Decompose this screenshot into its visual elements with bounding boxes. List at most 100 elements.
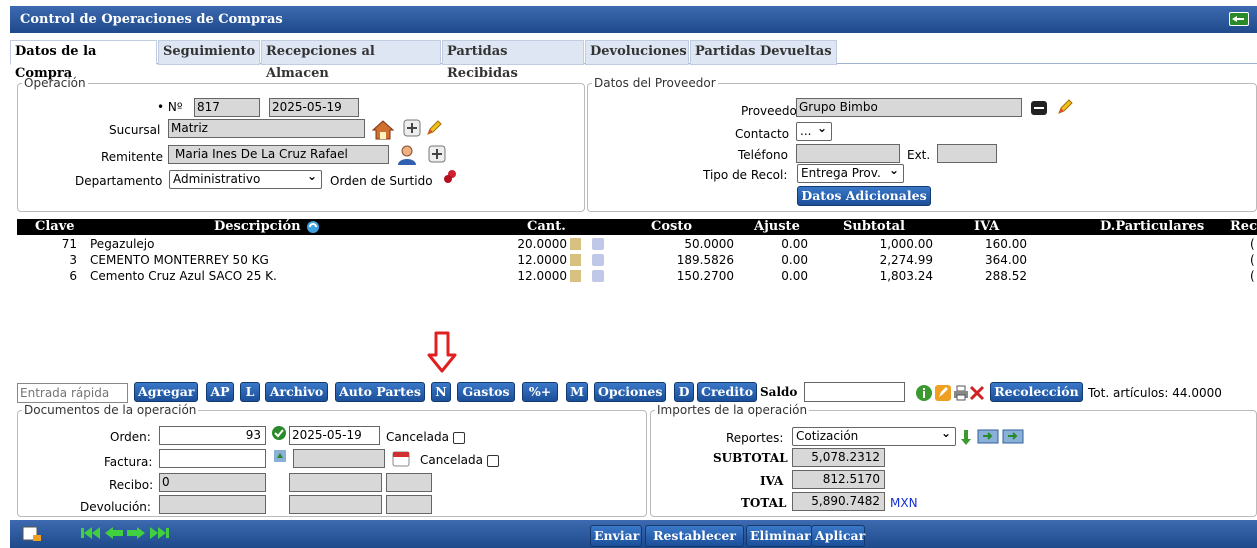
edit-note-icon[interactable]	[934, 384, 952, 402]
gastos-button[interactable]: Gastos	[457, 382, 515, 402]
refresh-small-icon[interactable]	[273, 449, 287, 463]
devolucion-fecha-field[interactable]	[289, 495, 382, 514]
m-button[interactable]: M	[566, 382, 588, 402]
tab-seguimiento[interactable]: Seguimiento	[158, 40, 260, 65]
telefono-field[interactable]	[796, 144, 900, 163]
add-remitente-icon[interactable]	[428, 145, 446, 163]
user-icon[interactable]	[396, 144, 418, 166]
col-rec[interactable]: Rec	[1230, 219, 1257, 235]
factura-field[interactable]	[159, 449, 266, 468]
footer-bar: Enviar Restablecer Eliminar Aplicar	[10, 520, 1257, 548]
reportes-select[interactable]: Cotización	[792, 425, 956, 446]
back-arrow-icon[interactable]	[1229, 12, 1249, 26]
table-row[interactable]: 3 CEMENTO MONTERREY 50 KG 12.0000 189.58…	[17, 253, 1257, 268]
refresh-icon[interactable]	[306, 220, 320, 234]
contacto-select[interactable]: ...	[796, 120, 832, 141]
tab-devoluciones[interactable]: Devoluciones	[585, 40, 689, 65]
opciones-button[interactable]: Opciones	[594, 382, 666, 402]
saldo-field[interactable]	[804, 382, 905, 402]
n-button[interactable]: N	[431, 382, 451, 402]
col-iva[interactable]: IVA	[974, 219, 999, 235]
fecha-field[interactable]: 2025-05-19	[269, 98, 359, 117]
agregar-button[interactable]: Agregar	[134, 382, 198, 402]
sucursal-field[interactable]: Matriz	[168, 119, 365, 138]
delete-x-icon[interactable]	[968, 384, 986, 402]
tab-recepciones[interactable]: Recepciones al Almacen	[261, 40, 441, 81]
first-record-icon[interactable]	[80, 526, 102, 540]
card-icon[interactable]	[1030, 99, 1048, 117]
auto-partes-button[interactable]: Auto Partes	[335, 382, 425, 402]
grid-header: Clave Descripción Cant. Costo Ajuste Sub…	[17, 219, 1257, 235]
factura-cancelada-checkbox[interactable]	[486, 454, 499, 467]
d-button[interactable]: D	[674, 382, 694, 402]
previous-record-icon[interactable]	[104, 526, 124, 540]
eliminar-button[interactable]: Eliminar	[746, 525, 812, 547]
table-row[interactable]: 6 Cemento Cruz Azul SACO 25 K. 12.0000 1…	[17, 269, 1257, 284]
tab-partidas-devueltas[interactable]: Partidas Devueltas	[690, 40, 837, 65]
calendar-icon[interactable]	[392, 449, 410, 467]
remitente-field[interactable]: Maria Ines De La Cruz Rafael	[168, 145, 389, 164]
tag-icon[interactable]	[592, 238, 604, 250]
tab-partidas-recibidas[interactable]: Partidas Recibidas	[442, 40, 584, 81]
pin-icon[interactable]	[441, 168, 459, 186]
recoleccion-button[interactable]: Recolección	[990, 382, 1083, 402]
download-icon[interactable]	[960, 428, 972, 446]
info-icon[interactable]	[915, 384, 933, 402]
table-row[interactable]: 71 Pegazulejo 20.0000 50.0000 0.00 1,000…	[17, 237, 1257, 252]
departamento-label: Departamento	[75, 174, 163, 188]
box-icon[interactable]	[570, 238, 581, 250]
col-cant[interactable]: Cant.	[527, 219, 566, 235]
l-button[interactable]: L	[240, 382, 260, 402]
recibo-field[interactable]: 0	[159, 473, 266, 492]
col-clave[interactable]: Clave	[35, 219, 75, 235]
ap-button[interactable]: AP	[206, 382, 234, 402]
archivo-button[interactable]: Archivo	[265, 382, 328, 402]
credito-button[interactable]: Credito	[697, 382, 757, 402]
edit-pencil-icon[interactable]	[425, 119, 443, 137]
export-icon[interactable]	[1002, 428, 1024, 444]
send-mail-icon[interactable]	[977, 428, 999, 444]
tab-datos-compra[interactable]: Datos de la Compra	[10, 40, 157, 81]
percent-plus-button[interactable]: %+	[522, 382, 558, 402]
devolucion-field[interactable]	[159, 495, 266, 514]
factura-fecha-field[interactable]	[293, 449, 385, 468]
recibo-fecha-field[interactable]	[289, 473, 382, 492]
home-icon[interactable]	[371, 119, 395, 141]
box-icon[interactable]	[570, 270, 581, 282]
new-document-icon[interactable]	[22, 526, 42, 542]
next-record-icon[interactable]	[126, 526, 146, 540]
restablecer-button[interactable]: Restablecer	[645, 525, 744, 547]
add-icon[interactable]	[403, 119, 421, 137]
devolucion-extra-field[interactable]	[386, 495, 432, 514]
tag-icon[interactable]	[592, 270, 604, 282]
orden-field[interactable]: 93	[159, 426, 266, 445]
box-icon[interactable]	[570, 254, 581, 266]
window-title: Control de Operaciones de Compras	[10, 6, 1257, 33]
ext-field[interactable]	[937, 144, 997, 163]
no-field[interactable]: 817	[194, 98, 260, 117]
col-subtotal[interactable]: Subtotal	[843, 219, 905, 235]
recibo-extra-field[interactable]	[386, 473, 432, 492]
last-record-icon[interactable]	[148, 526, 170, 540]
total-label: TOTAL	[741, 496, 787, 510]
col-d-particulares[interactable]: D.Particulares	[1100, 219, 1204, 235]
tag-icon[interactable]	[592, 254, 604, 266]
datos-adicionales-button[interactable]: Datos Adicionales	[797, 186, 931, 206]
tot-articulos-label: Tot. artículos: 44.0000	[1088, 386, 1222, 400]
col-descripcion[interactable]: Descripción	[214, 219, 301, 235]
orden-cancelada-label: Cancelada	[386, 430, 465, 444]
documentos-legend: Documentos de la operación	[24, 403, 197, 417]
orden-fecha-field[interactable]: 2025-05-19	[289, 426, 380, 445]
edit-proveedor-icon[interactable]	[1056, 98, 1074, 116]
col-ajuste[interactable]: Ajuste	[754, 219, 800, 235]
orden-cancelada-checkbox[interactable]	[452, 431, 465, 444]
enviar-button[interactable]: Enviar	[590, 525, 642, 547]
proveedor-field[interactable]: Grupo Bimbo	[796, 98, 1022, 117]
check-icon[interactable]	[271, 425, 287, 441]
aplicar-button[interactable]: Aplicar	[811, 525, 865, 547]
factura-label: Factura:	[104, 455, 153, 469]
entrada-rapida-input[interactable]	[17, 383, 128, 403]
col-costo[interactable]: Costo	[651, 219, 692, 235]
tipo-recol-select[interactable]: Entrega Prov.	[797, 162, 904, 183]
departamento-select[interactable]: Administrativo	[169, 168, 322, 189]
